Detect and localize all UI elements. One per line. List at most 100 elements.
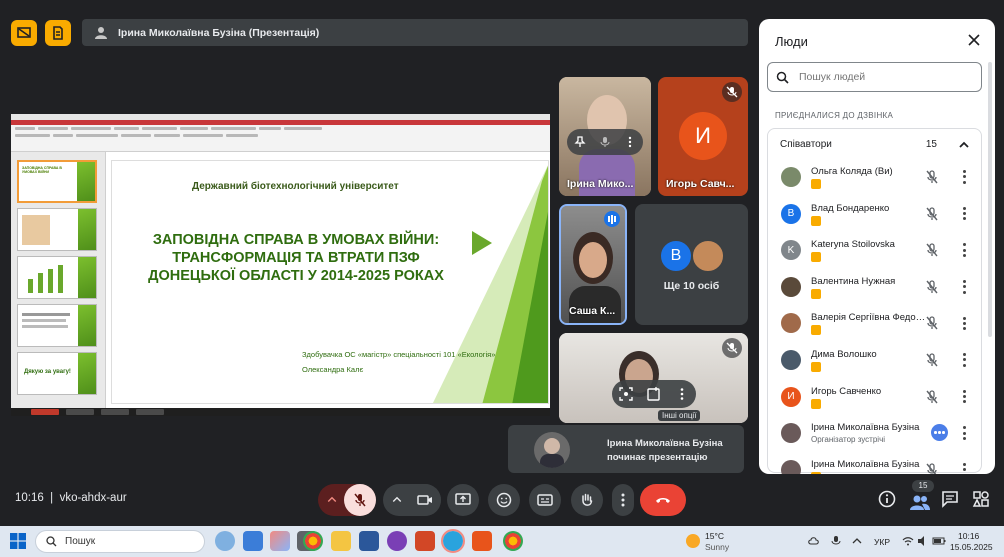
participant-tile[interactable]: И Игорь Савч... (658, 77, 748, 196)
participant-tile[interactable]: Саша К... (559, 204, 627, 325)
captions-button[interactable] (529, 484, 561, 516)
avatar (691, 239, 725, 273)
battery-icon[interactable] (932, 535, 946, 547)
raise-hand-button[interactable] (571, 484, 603, 516)
chevron-up-icon[interactable] (851, 535, 863, 547)
people-button[interactable]: 15 (906, 480, 936, 520)
more-vert-icon[interactable] (961, 462, 967, 474)
participant-row[interactable]: Ірина Миколаївна Бузіна Організатор зустр… (768, 416, 981, 450)
more-vert-icon[interactable] (961, 425, 967, 441)
telegram-icon[interactable] (441, 529, 465, 553)
presentation-banner: Ірина Миколаївна Бузіна (Презентація) (82, 19, 748, 46)
powerpoint-icon[interactable] (415, 531, 435, 551)
present-button[interactable] (447, 484, 479, 516)
edge-icon[interactable] (243, 531, 263, 551)
people-search[interactable] (767, 62, 982, 92)
participant-row[interactable]: И Игорь Савченко (768, 380, 981, 414)
person-icon (95, 26, 107, 39)
avatar: И (679, 112, 727, 160)
participant-row[interactable]: Валерія Сергіївна Федорова (768, 306, 981, 340)
activities-icon[interactable] (972, 490, 990, 508)
widgets-icon[interactable] (215, 531, 235, 551)
more-vert-icon[interactable] (624, 136, 636, 148)
avatar (781, 423, 801, 444)
viber-icon[interactable] (387, 531, 407, 551)
participant-row[interactable]: Ірина Миколаївна Бузіна (768, 453, 981, 474)
chrome-icon[interactable] (303, 531, 323, 551)
slide-thumbnail[interactable] (17, 304, 97, 347)
mic-off-icon[interactable] (924, 315, 940, 331)
remote-taskbar (11, 408, 550, 416)
visual-effects-icon[interactable] (647, 387, 661, 401)
self-view-tile[interactable]: Інші опції (559, 333, 748, 423)
slide-thumbnail[interactable]: ЗАПОВІДНА СПРАВА В УМОВАХ ВІЙНИ (17, 160, 97, 203)
chrome-icon[interactable] (503, 531, 523, 551)
participant-name: Валентина Нужная (811, 275, 896, 287)
search-input[interactable] (799, 71, 969, 83)
more-vert-icon[interactable] (961, 389, 967, 405)
wifi-icon[interactable] (902, 535, 914, 547)
chevron-up-icon[interactable] (326, 492, 338, 508)
more-vert-icon[interactable] (961, 206, 967, 222)
clock-date[interactable]: 15.05.2025 (950, 542, 993, 552)
mic-off-icon[interactable] (924, 169, 940, 185)
scrollbar[interactable] (988, 62, 992, 337)
participant-tile[interactable]: Ірина Мико... (559, 77, 651, 196)
mic-off-icon[interactable] (924, 206, 940, 222)
clock-time[interactable]: 10:16 (958, 531, 979, 541)
reactions-button[interactable] (488, 484, 520, 516)
mic-off-button[interactable] (344, 484, 376, 516)
more-vert-icon[interactable] (961, 279, 967, 295)
mic-icon[interactable] (599, 136, 611, 148)
more-options-button[interactable] (612, 484, 634, 516)
participant-name: Игорь Савч... (666, 178, 735, 190)
camera-button[interactable] (409, 484, 441, 516)
mic-off-icon[interactable] (924, 352, 940, 368)
windows-start-icon[interactable] (10, 533, 26, 549)
weather-desc: Sunny (705, 542, 730, 552)
more-vert-icon[interactable] (961, 242, 967, 258)
others-tile[interactable]: B Ще 10 осіб (635, 204, 748, 325)
leave-call-button[interactable] (640, 484, 686, 516)
slide-thumbnail[interactable] (17, 256, 97, 299)
mic-icon[interactable] (830, 535, 842, 547)
participant-row[interactable]: Валентина Нужная (768, 270, 981, 304)
cloud-icon[interactable] (808, 535, 820, 547)
participant-row[interactable]: Ольга Коляда (Ви) (768, 160, 981, 194)
mic-off-icon[interactable] (924, 279, 940, 295)
word-icon[interactable] (359, 531, 379, 551)
present-indicator-button[interactable] (11, 20, 37, 46)
file-explorer-icon[interactable] (331, 531, 351, 551)
participant-row[interactable]: B Влад Бондаренко (768, 197, 981, 231)
more-vert-icon[interactable] (675, 387, 689, 401)
mic-off-icon[interactable] (924, 462, 940, 474)
more-vert-icon[interactable] (961, 315, 967, 331)
taskbar-search[interactable]: Пошук (35, 530, 205, 553)
frame-icon[interactable] (619, 387, 633, 401)
chevron-up-icon[interactable] (391, 492, 403, 508)
copilot-icon[interactable] (270, 531, 290, 551)
recording-indicator-button[interactable] (45, 20, 71, 46)
chat-icon[interactable] (941, 490, 959, 508)
slide-author-line1: Здобувачка ОС «магістр» спеціальності 10… (302, 350, 496, 359)
more-vert-icon[interactable] (961, 169, 967, 185)
slide-thumbnail[interactable]: Дякую за увагу! (17, 352, 97, 395)
chevron-up-icon[interactable] (957, 138, 971, 152)
language-indicator[interactable]: УКР (874, 537, 890, 547)
document-icon (53, 26, 63, 40)
volume-icon[interactable] (917, 535, 929, 547)
meeting-time: 10:16 (15, 492, 44, 504)
slide-thumbnail[interactable] (17, 208, 97, 251)
more-vert-icon[interactable] (961, 352, 967, 368)
participant-row[interactable]: Дима Волошко (768, 343, 981, 377)
app-icon[interactable] (472, 531, 492, 551)
participant-row[interactable]: K Kateryna Stoilovska (768, 233, 981, 267)
participant-name: Дима Волошко (811, 349, 877, 360)
participants-group: Співавтори 15 Ольга Коляда (Ви) B Влад Бон… (767, 128, 982, 474)
mic-off-icon[interactable] (924, 389, 940, 405)
pin-icon[interactable] (574, 136, 586, 148)
close-icon[interactable] (967, 33, 981, 47)
mic-off-icon[interactable] (924, 242, 940, 258)
co-host-badge-icon (811, 471, 821, 474)
info-icon[interactable] (878, 490, 896, 508)
